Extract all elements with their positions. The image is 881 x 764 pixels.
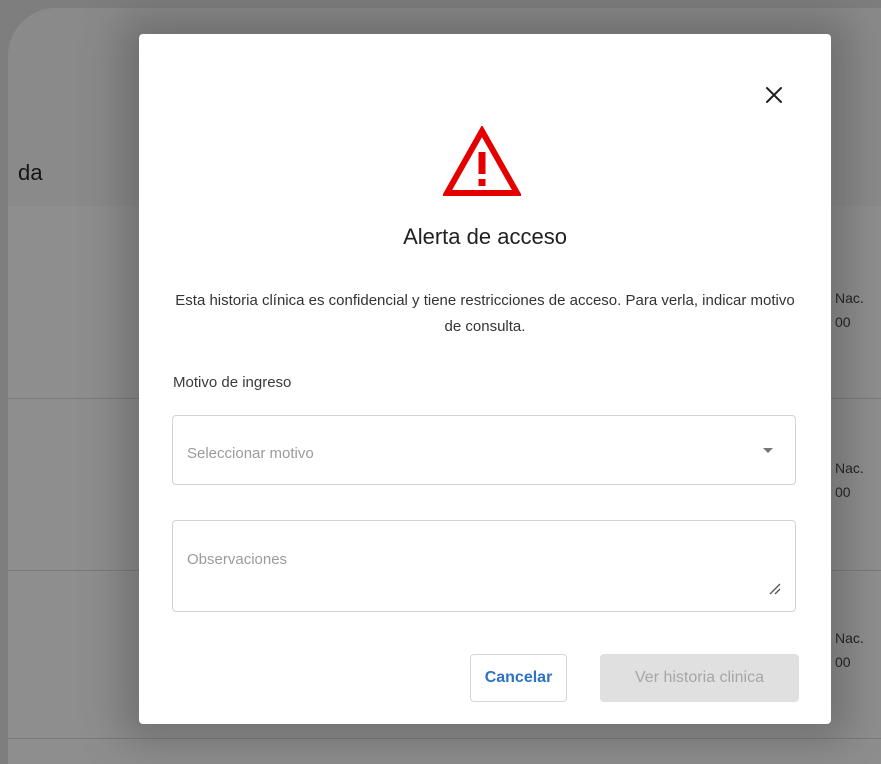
close-button[interactable] (761, 82, 787, 108)
observations-placeholder: Observaciones (187, 551, 288, 568)
row-birth-value: 00 (835, 484, 851, 500)
access-alert-dialog: Alerta de acceso Esta historia clínica e… (139, 34, 831, 724)
row-birth-label: Nac. (835, 460, 864, 476)
reason-select-placeholder: Seleccionar motivo (187, 445, 314, 462)
dialog-message: Esta historia clínica es confidencial y … (175, 292, 795, 335)
row-birth-value: 00 (835, 654, 851, 670)
background-page-title: da (18, 160, 43, 185)
cancel-button[interactable]: Cancelar (470, 654, 567, 702)
view-clinical-history-button[interactable]: Ver historia clinica (600, 654, 799, 702)
row-birth-label: Nac. (835, 290, 864, 306)
row-divider (8, 738, 881, 739)
dialog-title: Alerta de acceso (403, 224, 567, 249)
row-birth-label: Nac. (835, 630, 864, 646)
observations-textarea[interactable]: Observaciones (172, 520, 796, 612)
row-birth-value: 00 (835, 314, 851, 330)
close-icon (766, 87, 782, 103)
chevron-down-icon (763, 448, 773, 453)
warning-triangle-icon (443, 126, 521, 196)
reason-select[interactable]: Seleccionar motivo (172, 415, 796, 485)
reason-label: Motivo de ingreso (173, 374, 292, 391)
resize-handle-icon[interactable] (769, 583, 781, 595)
